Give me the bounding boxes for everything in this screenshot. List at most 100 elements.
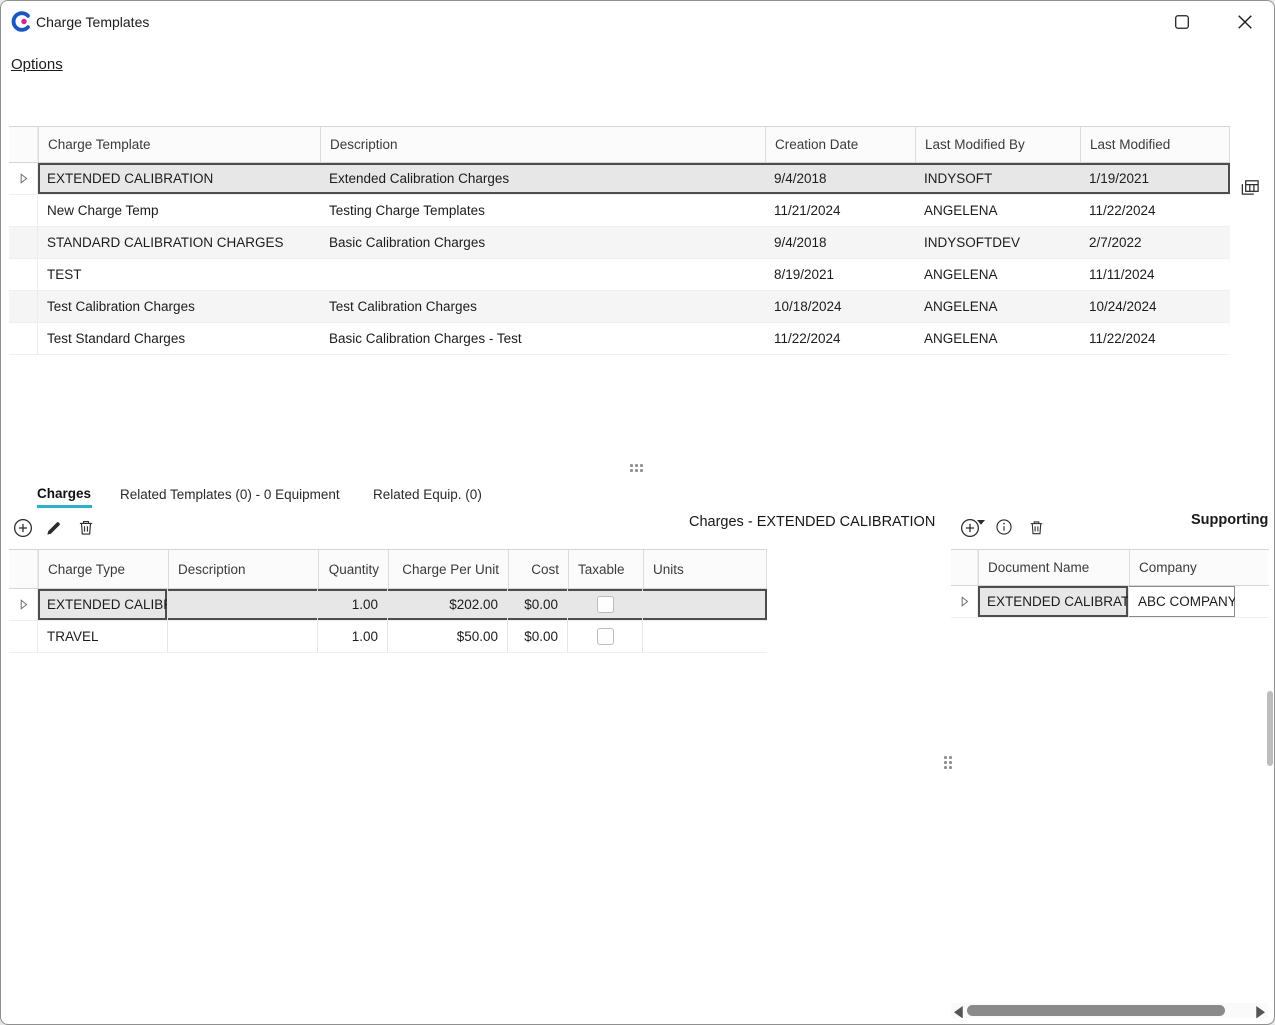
cell-last-modified[interactable]: 2/7/2022: [1080, 227, 1230, 258]
cell-creation-date[interactable]: 8/19/2021: [765, 259, 915, 290]
cell-description[interactable]: Test Calibration Charges: [320, 291, 765, 322]
delete-document-icon[interactable]: [1028, 518, 1045, 537]
cell-description[interactable]: Basic Calibration Charges - Test: [320, 323, 765, 354]
cell-creation-date[interactable]: 11/22/2024: [765, 323, 915, 354]
table-row[interactable]: STANDARD CALIBRATION CHARGES Basic Calib…: [9, 227, 1230, 259]
column-header-quantity[interactable]: Quantity: [318, 550, 388, 588]
cell-charge-template[interactable]: EXTENDED CALIBRATION: [38, 163, 320, 194]
cell-last-modified-by[interactable]: ANGELENA: [915, 291, 1080, 322]
cell-creation-date[interactable]: 9/4/2018: [765, 227, 915, 258]
scroll-right-icon[interactable]: [1255, 1005, 1265, 1016]
table-row[interactable]: Test Calibration Charges Test Calibratio…: [9, 291, 1230, 323]
table-row[interactable]: TEST 8/19/2021 ANGELENA 11/11/2024: [9, 259, 1230, 291]
cell-last-modified[interactable]: 11/22/2024: [1080, 195, 1230, 226]
cell-last-modified-by[interactable]: ANGELENA: [915, 195, 1080, 226]
templates-toolbar: [1, 85, 1274, 125]
horizontal-scrollbar[interactable]: [951, 1003, 1268, 1018]
cell-units[interactable]: [643, 621, 767, 652]
splitter-handle-icon: [944, 756, 954, 771]
cell-charge-type[interactable]: TRAVEL: [38, 621, 168, 652]
cell-description[interactable]: Basic Calibration Charges: [320, 227, 765, 258]
layout-grid-icon[interactable]: [1239, 177, 1261, 198]
cell-description[interactable]: [320, 259, 765, 290]
active-tab-underline: [37, 505, 92, 508]
scrollbar-thumb[interactable]: [967, 1005, 1225, 1016]
column-header-company[interactable]: Company: [1129, 550, 1235, 585]
tab-related-templates[interactable]: Related Templates (0) - 0 Equipment: [120, 487, 340, 502]
table-row[interactable]: TRAVEL 1.00 $50.00 $0.00: [9, 621, 767, 653]
tab-charges[interactable]: Charges: [37, 486, 91, 501]
column-header-description[interactable]: Description: [168, 550, 318, 588]
row-expander[interactable]: [951, 586, 978, 617]
column-header-document-name[interactable]: Document Name: [978, 550, 1129, 585]
cell-description[interactable]: Testing Charge Templates: [320, 195, 765, 226]
cell-charge-template[interactable]: STANDARD CALIBRATION CHARGES: [38, 227, 320, 258]
cell-units[interactable]: [643, 589, 767, 620]
row-indicator: [9, 227, 38, 258]
cell-description[interactable]: [168, 589, 318, 620]
table-row[interactable]: EXTENDED CALIBRATION Extended Calibratio…: [9, 163, 1230, 195]
column-header-units[interactable]: Units: [643, 550, 767, 588]
column-header-cost[interactable]: Cost: [508, 550, 568, 588]
cell-last-modified[interactable]: 11/11/2024: [1080, 259, 1230, 290]
cell-description[interactable]: Extended Calibration Charges: [320, 163, 765, 194]
table-row[interactable]: Test Standard Charges Basic Calibration …: [9, 323, 1230, 355]
cell-charge-per-unit[interactable]: $50.00: [388, 621, 508, 652]
cell-creation-date[interactable]: 10/18/2024: [765, 291, 915, 322]
edit-charge-icon[interactable]: [45, 520, 62, 537]
table-row[interactable]: New Charge Temp Testing Charge Templates…: [9, 195, 1230, 227]
header-filler-cell: [1235, 550, 1269, 585]
column-header-description[interactable]: Description: [320, 127, 765, 162]
column-header-charge-template[interactable]: Charge Template: [38, 127, 320, 162]
menubar: Options: [1, 43, 1274, 83]
charges-grid: Charge Type Description Quantity Charge …: [9, 549, 767, 653]
cell-last-modified-by[interactable]: ANGELENA: [915, 259, 1080, 290]
column-header-charge-per-unit[interactable]: Charge Per Unit: [388, 550, 508, 588]
menu-options[interactable]: Options: [11, 56, 63, 73]
expander-arrow-icon: [15, 170, 32, 187]
cell-charge-template[interactable]: TEST: [38, 259, 320, 290]
row-indicator: [9, 323, 38, 354]
horizontal-splitter[interactable]: [1, 459, 1275, 477]
cell-charge-template[interactable]: Test Standard Charges: [38, 323, 320, 354]
cell-cost[interactable]: $0.00: [508, 589, 568, 620]
cell-creation-date[interactable]: 9/4/2018: [765, 163, 915, 194]
cell-charge-template[interactable]: Test Calibration Charges: [38, 291, 320, 322]
cell-quantity[interactable]: 1.00: [318, 589, 388, 620]
maximize-button[interactable]: [1174, 14, 1190, 30]
row-expander[interactable]: [9, 589, 38, 620]
cell-last-modified[interactable]: 11/22/2024: [1080, 323, 1230, 354]
table-row[interactable]: EXTENDED CALIBRATION 1.00 $202.00 $0.00: [9, 589, 767, 621]
table-row[interactable]: EXTENDED CALIBRATION ABC COMPANY: [951, 586, 1269, 618]
column-header-creation-date[interactable]: Creation Date: [765, 127, 915, 162]
cell-last-modified[interactable]: 1/19/2021: [1080, 163, 1230, 194]
vertical-scrollbar-thumb[interactable]: [1267, 691, 1273, 766]
cell-charge-template[interactable]: New Charge Temp: [38, 195, 320, 226]
close-button[interactable]: [1237, 14, 1253, 30]
cell-charge-per-unit[interactable]: $202.00: [388, 589, 508, 620]
cell-last-modified-by[interactable]: INDYSOFTDEV: [915, 227, 1080, 258]
cell-cost[interactable]: $0.00: [508, 621, 568, 652]
cell-document-name[interactable]: EXTENDED CALIBRATION: [978, 586, 1129, 617]
cell-charge-type[interactable]: EXTENDED CALIBRATION: [38, 589, 168, 620]
add-charge-icon[interactable]: [13, 518, 33, 538]
cell-last-modified-by[interactable]: ANGELENA: [915, 323, 1080, 354]
cell-creation-date[interactable]: 11/21/2024: [765, 195, 915, 226]
row-expander[interactable]: [9, 163, 38, 194]
taxable-checkbox[interactable]: [597, 596, 614, 613]
column-header-last-modified[interactable]: Last Modified: [1080, 127, 1230, 162]
cell-company[interactable]: ABC COMPANY: [1129, 586, 1235, 617]
column-header-charge-type[interactable]: Charge Type: [38, 550, 168, 588]
taxable-checkbox[interactable]: [597, 628, 614, 645]
column-header-taxable[interactable]: Taxable: [568, 550, 643, 588]
cell-description[interactable]: [168, 621, 318, 652]
cell-last-modified[interactable]: 10/24/2024: [1080, 291, 1230, 322]
column-header-last-modified-by[interactable]: Last Modified By: [915, 127, 1080, 162]
add-document-dropdown-icon[interactable]: [977, 512, 985, 517]
tab-related-equipment[interactable]: Related Equip. (0): [373, 487, 482, 502]
delete-charge-icon[interactable]: [77, 518, 95, 537]
info-icon[interactable]: [995, 518, 1013, 536]
cell-last-modified-by[interactable]: INDYSOFT: [915, 163, 1080, 194]
cell-quantity[interactable]: 1.00: [318, 621, 388, 652]
scroll-left-icon[interactable]: [954, 1005, 964, 1016]
